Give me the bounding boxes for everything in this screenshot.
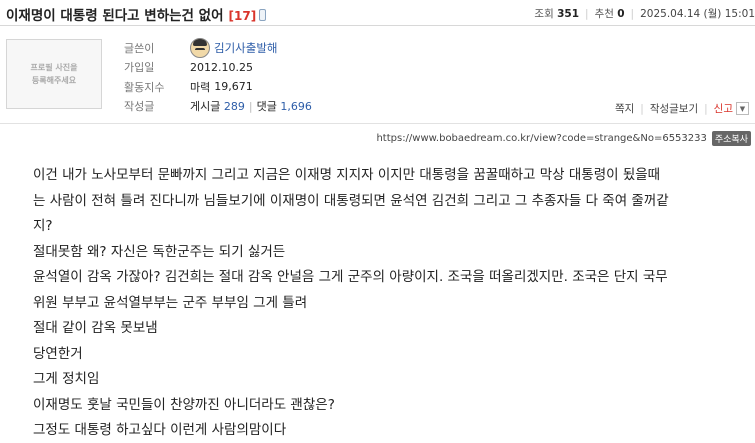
photo-placeholder-line1: 프로필 사진을 bbox=[30, 63, 78, 72]
recommend-count: 0 bbox=[617, 8, 625, 20]
content-line: 이재명도 훗날 국민들이 찬양까진 아니더라도 괜찮은? bbox=[33, 396, 335, 413]
author-actions: 쪽지 | 작성글보기 | 신고 ▼ bbox=[615, 101, 749, 116]
joined-label: 가입일 bbox=[124, 61, 155, 75]
content-line: 그정도 대통령 하고싶다 이런게 사람의맘이다 bbox=[33, 422, 287, 438]
post-title-text: 이재명이 대통령 된다고 변하는건 없어 bbox=[6, 8, 224, 24]
views-count: 351 bbox=[557, 8, 580, 20]
content-line: 지? bbox=[33, 218, 53, 234]
message-button[interactable]: 쪽지 bbox=[615, 101, 634, 116]
comments-label: 댓글 bbox=[256, 100, 277, 114]
post-content: 이건 내가 노사모부터 문빠까지 그리고 지금은 이재명 지지자 이지만 대통령… bbox=[33, 163, 719, 443]
content-line: 절대못함 왜? 자신은 독한군주는 되기 싫거든 bbox=[33, 243, 286, 260]
post-meta: 조회 351 | 추천 0 | 2025.04.14 (월) 15:01 bbox=[534, 6, 755, 21]
view-posts-button[interactable]: 작성글보기 bbox=[650, 101, 698, 116]
activity-row: 활동지수 마력 19,671 bbox=[124, 77, 312, 97]
content-line: 당연한거 bbox=[33, 345, 83, 362]
author-info: 글쓴이 김기사출발해 가입일 2012.10.25 활동지수 마력 19,671… bbox=[124, 37, 312, 117]
content-line: 그게 정치임 bbox=[33, 371, 100, 387]
written-label: 작성글 bbox=[124, 100, 155, 114]
copy-url-button[interactable]: 주소복사 bbox=[711, 131, 751, 146]
post-url[interactable]: https://www.bobaedream.co.kr/view?code=s… bbox=[376, 133, 706, 144]
writer-row: 글쓴이 김기사출발해 bbox=[124, 37, 312, 58]
joined-row: 가입일 2012.10.25 bbox=[124, 58, 312, 78]
posts-label: 게시글 bbox=[190, 100, 221, 114]
section-divider bbox=[0, 123, 755, 124]
meta-divider: | bbox=[585, 8, 589, 20]
post-title: 이재명이 대통령 된다고 변하는건 없어 [17] bbox=[6, 4, 267, 24]
activity-label: 활동지수 bbox=[124, 80, 165, 94]
post-url-row: https://www.bobaedream.co.kr/view?code=s… bbox=[376, 131, 751, 146]
post-date: 2025.04.14 (월) 15:01 bbox=[640, 8, 755, 20]
meta-divider: | bbox=[630, 8, 635, 20]
comments-count[interactable]: 1,696 bbox=[280, 100, 312, 113]
comment-count[interactable]: [17] bbox=[229, 9, 257, 23]
mobile-icon bbox=[259, 9, 267, 21]
mileage-value: 19,671 bbox=[214, 80, 253, 94]
action-divider: | bbox=[704, 102, 708, 115]
author-nickname[interactable]: 김기사출발해 bbox=[214, 40, 277, 56]
post-header: 이재명이 대통령 된다고 변하는건 없어 [17] 조회 351 | 추천 0 | 202… bbox=[0, 0, 755, 26]
written-row: 작성글 게시글 289 | 댓글 1,696 bbox=[124, 97, 312, 117]
chevron-down-icon[interactable]: ▼ bbox=[736, 102, 749, 115]
views-label: 조회 bbox=[534, 8, 554, 20]
avatar[interactable] bbox=[190, 37, 210, 58]
written-divider: | bbox=[248, 99, 253, 113]
posts-count[interactable]: 289 bbox=[224, 100, 245, 113]
recommend-label: 추천 bbox=[594, 8, 614, 20]
content-line: 윤석열이 감옥 가잖아? 김건희는 절대 감옥 안널음 그게 군주의 아량이지.… bbox=[33, 269, 668, 285]
profile-photo-placeholder: 프로필 사진을 등록해주세요 bbox=[6, 39, 102, 109]
content-line: 절대 같이 감옥 못보냄 bbox=[33, 320, 158, 336]
joined-date: 2012.10.25 bbox=[190, 60, 253, 74]
content-line: 위원 부부고 윤석열부부는 군주 부부임 그게 틀려 bbox=[33, 294, 308, 311]
mileage-label: 마력 bbox=[190, 80, 211, 94]
report-button[interactable]: 신고 bbox=[714, 101, 733, 116]
content-line: 이건 내가 노사모부터 문빠까지 그리고 지금은 이재명 지지자 이지만 대통령… bbox=[33, 167, 661, 183]
photo-placeholder-line2: 등록해주세요 bbox=[31, 76, 77, 85]
action-divider: | bbox=[640, 102, 644, 115]
writer-label: 글쓴이 bbox=[124, 41, 155, 55]
content-line: 는 사람이 전혀 틀려 진다니까 님들보기에 이재명이 대통령되면 윤석연 김건… bbox=[33, 192, 669, 209]
